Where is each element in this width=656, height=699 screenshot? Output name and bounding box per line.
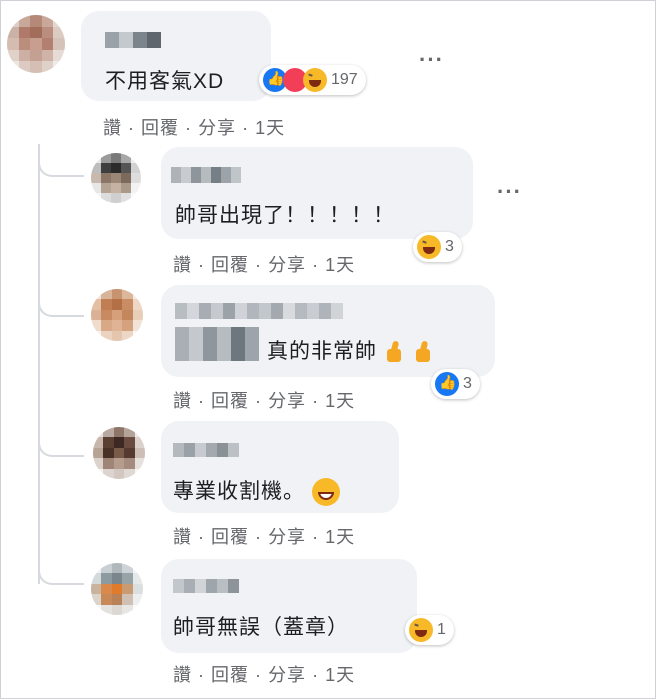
smile-emoji bbox=[311, 478, 340, 507]
like-link[interactable]: 讚 bbox=[103, 118, 122, 138]
like-link[interactable]: 讚 bbox=[173, 665, 192, 685]
reaction-summary[interactable]: 3 bbox=[413, 232, 462, 262]
avatar[interactable] bbox=[93, 427, 145, 479]
comment-actions: 讚 · 回覆 · 分享 · 1天 bbox=[173, 527, 356, 547]
avatar[interactable] bbox=[91, 563, 143, 615]
comment-text: 真的非常帥 bbox=[267, 335, 435, 365]
commenter-name[interactable] bbox=[171, 167, 241, 183]
commenter-name-line2 bbox=[175, 327, 259, 361]
share-link[interactable]: 分享 bbox=[268, 391, 306, 411]
reaction-summary[interactable]: 197 bbox=[259, 65, 366, 95]
share-link[interactable]: 分享 bbox=[268, 255, 306, 275]
share-link[interactable]: 分享 bbox=[268, 665, 306, 685]
comment-text: 帥哥出現了！！！！！ bbox=[175, 204, 395, 227]
reply-link[interactable]: 回覆 bbox=[211, 527, 249, 547]
timestamp[interactable]: 1天 bbox=[325, 527, 355, 547]
avatar[interactable] bbox=[91, 153, 141, 203]
more-options-icon[interactable]: ··· bbox=[497, 179, 522, 205]
reaction-summary[interactable]: 1 bbox=[405, 615, 454, 645]
avatar[interactable] bbox=[91, 289, 143, 341]
haha-reaction-icon bbox=[303, 68, 327, 92]
comment-text: 專業收割機。 bbox=[173, 475, 340, 507]
commenter-name[interactable] bbox=[173, 579, 239, 593]
thumbs-up-emoji bbox=[413, 340, 435, 364]
commenter-name[interactable] bbox=[105, 32, 161, 48]
share-link[interactable]: 分享 bbox=[268, 527, 306, 547]
thread-line bbox=[38, 144, 40, 584]
timestamp[interactable]: 1天 bbox=[325, 255, 355, 275]
reaction-count: 1 bbox=[437, 621, 446, 638]
comment-text: 帥哥無誤（蓋章） bbox=[173, 616, 349, 639]
reaction-summary[interactable]: 3 bbox=[431, 369, 480, 399]
thread-branch bbox=[38, 161, 84, 177]
comment-actions: 讚 · 回覆 · 分享 · 1天 bbox=[173, 391, 356, 411]
timestamp[interactable]: 1天 bbox=[325, 391, 355, 411]
comment-actions: 讚 · 回覆 · 分享 · 1天 bbox=[173, 665, 356, 685]
haha-reaction-icon bbox=[417, 235, 441, 259]
like-reaction-icon bbox=[435, 372, 459, 396]
like-link[interactable]: 讚 bbox=[173, 255, 192, 275]
reaction-count: 3 bbox=[445, 238, 454, 255]
comment-actions: 讚 · 回覆 · 分享 · 1天 bbox=[103, 118, 286, 138]
avatar[interactable] bbox=[7, 15, 65, 73]
thread-branch bbox=[38, 441, 84, 457]
comment-thread: 不用客氣XD 197 ··· 讚 · 回覆 · 分享 · 1天 帥哥出現了！！！… bbox=[0, 0, 656, 699]
like-link[interactable]: 讚 bbox=[173, 391, 192, 411]
commenter-name[interactable] bbox=[175, 303, 343, 319]
thread-branch bbox=[38, 569, 84, 585]
reply-link[interactable]: 回覆 bbox=[211, 255, 249, 275]
like-link[interactable]: 讚 bbox=[173, 527, 192, 547]
comment-text: 不用客氣XD bbox=[105, 70, 225, 93]
comment-actions: 讚 · 回覆 · 分享 · 1天 bbox=[173, 255, 356, 275]
timestamp[interactable]: 1天 bbox=[255, 118, 285, 138]
thumbs-up-emoji bbox=[384, 340, 406, 364]
haha-reaction-icon bbox=[409, 618, 433, 642]
reaction-count: 3 bbox=[463, 375, 472, 392]
reply-link[interactable]: 回覆 bbox=[211, 665, 249, 685]
commenter-name[interactable] bbox=[173, 443, 239, 457]
thread-branch bbox=[38, 301, 84, 317]
reply-link[interactable]: 回覆 bbox=[211, 391, 249, 411]
reply-link[interactable]: 回覆 bbox=[141, 118, 179, 138]
reaction-count: 197 bbox=[331, 71, 358, 88]
share-link[interactable]: 分享 bbox=[198, 118, 236, 138]
more-options-icon[interactable]: ··· bbox=[419, 47, 444, 73]
timestamp[interactable]: 1天 bbox=[325, 665, 355, 685]
